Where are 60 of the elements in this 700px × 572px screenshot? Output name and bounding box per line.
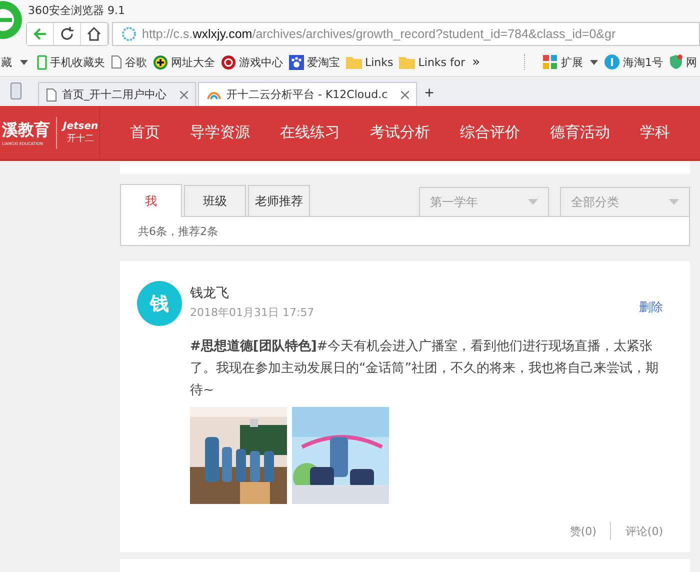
brand-caption: 开十二 (67, 132, 94, 144)
close-icon[interactable] (400, 90, 409, 98)
dashed-circle-icon (121, 26, 137, 42)
nav-link[interactable]: 综合评价 (460, 123, 520, 142)
bookmark-item[interactable]: 手机收藏夹 (34, 54, 108, 70)
home-icon (86, 26, 102, 42)
delete-link[interactable]: 删除 (639, 299, 663, 316)
plus-icon (153, 54, 168, 70)
brand-name: Jetsen (63, 120, 98, 132)
nav-link[interactable]: 考试分析 (370, 123, 430, 142)
caret-icon (590, 60, 598, 64)
nav-link[interactable]: 在线练习 (280, 123, 340, 142)
like-link[interactable]: 赞(0) (570, 524, 596, 538)
close-icon[interactable] (180, 90, 188, 98)
phone-icon[interactable] (10, 82, 22, 100)
grid-icon (543, 54, 558, 70)
paw-icon (289, 54, 304, 70)
bookmark-item[interactable]: 藏 (1, 54, 12, 70)
summary-text: 共6条，推荐2条 (138, 224, 218, 238)
new-tab-button[interactable]: + (418, 82, 440, 106)
nav-link[interactable]: 学科 (640, 123, 670, 142)
toolbar-item[interactable]: 扩展 (540, 54, 601, 70)
circle-icon (604, 54, 620, 70)
more-bookmarks-button[interactable]: » (468, 54, 484, 70)
nav-link[interactable]: 导学资源 (190, 123, 250, 142)
browser-tab[interactable]: 开十二云分析平台 - K12Cloud.c (198, 82, 417, 106)
nav-link[interactable]: 首页 (130, 123, 160, 142)
window-title: 360安全浏览器 9.1 (28, 2, 125, 18)
site-logo: 溪教育 (2, 120, 50, 140)
toolbar-item[interactable]: 网 (666, 54, 700, 70)
filter-tab[interactable]: 老师推荐 (248, 185, 310, 216)
folder-icon (399, 56, 416, 68)
phone-icon (37, 54, 47, 70)
back-icon (32, 26, 48, 42)
shield-icon (669, 54, 683, 70)
reload-icon (59, 26, 75, 42)
address-field[interactable]: http://c.s.wxlxjy.com/archives/archives/growth_record?student_id=784&class_id=0&gr (112, 22, 700, 46)
post-date: 2018年01月31日 17:57 (190, 305, 314, 320)
bookmark-item[interactable]: 爱淘宝 (286, 54, 343, 70)
bookmark-item[interactable]: 游戏中心 (218, 54, 286, 70)
bookmark-item[interactable]: Links for (396, 56, 468, 68)
page-icon (111, 55, 122, 69)
avatar: 钱 (137, 281, 182, 326)
comment-link[interactable]: 评论(0) (625, 524, 663, 538)
caret-icon[interactable] (20, 60, 28, 64)
author-name: 钱龙飞 (190, 285, 230, 302)
toolbar-item[interactable]: 海淘1号 (601, 54, 666, 70)
post-text: #思想道德[团队特色]#今天有机会进入广播室，看到他们进行现场直播，太紧张了。我现在参加主动发展日的“金话筒”社团，不久的将来，我也将自己来尝试，期待~ (190, 338, 660, 400)
filter-tab[interactable]: 我 (120, 184, 182, 217)
nav-link[interactable]: 德育活动 (550, 123, 610, 142)
bookmark-item[interactable]: 网址大全 (150, 54, 218, 70)
filter-tab[interactable]: 班级 (184, 185, 246, 216)
target-icon (221, 54, 236, 70)
caret-icon (528, 199, 538, 205)
folder-icon (346, 56, 362, 68)
caret-icon (669, 199, 679, 205)
bookmark-item[interactable]: Links (343, 56, 396, 68)
browser-tab[interactable]: 首页_开十二用户中心 (38, 82, 196, 106)
page-icon (46, 88, 57, 102)
bookmark-item[interactable]: 谷歌 (108, 54, 150, 70)
